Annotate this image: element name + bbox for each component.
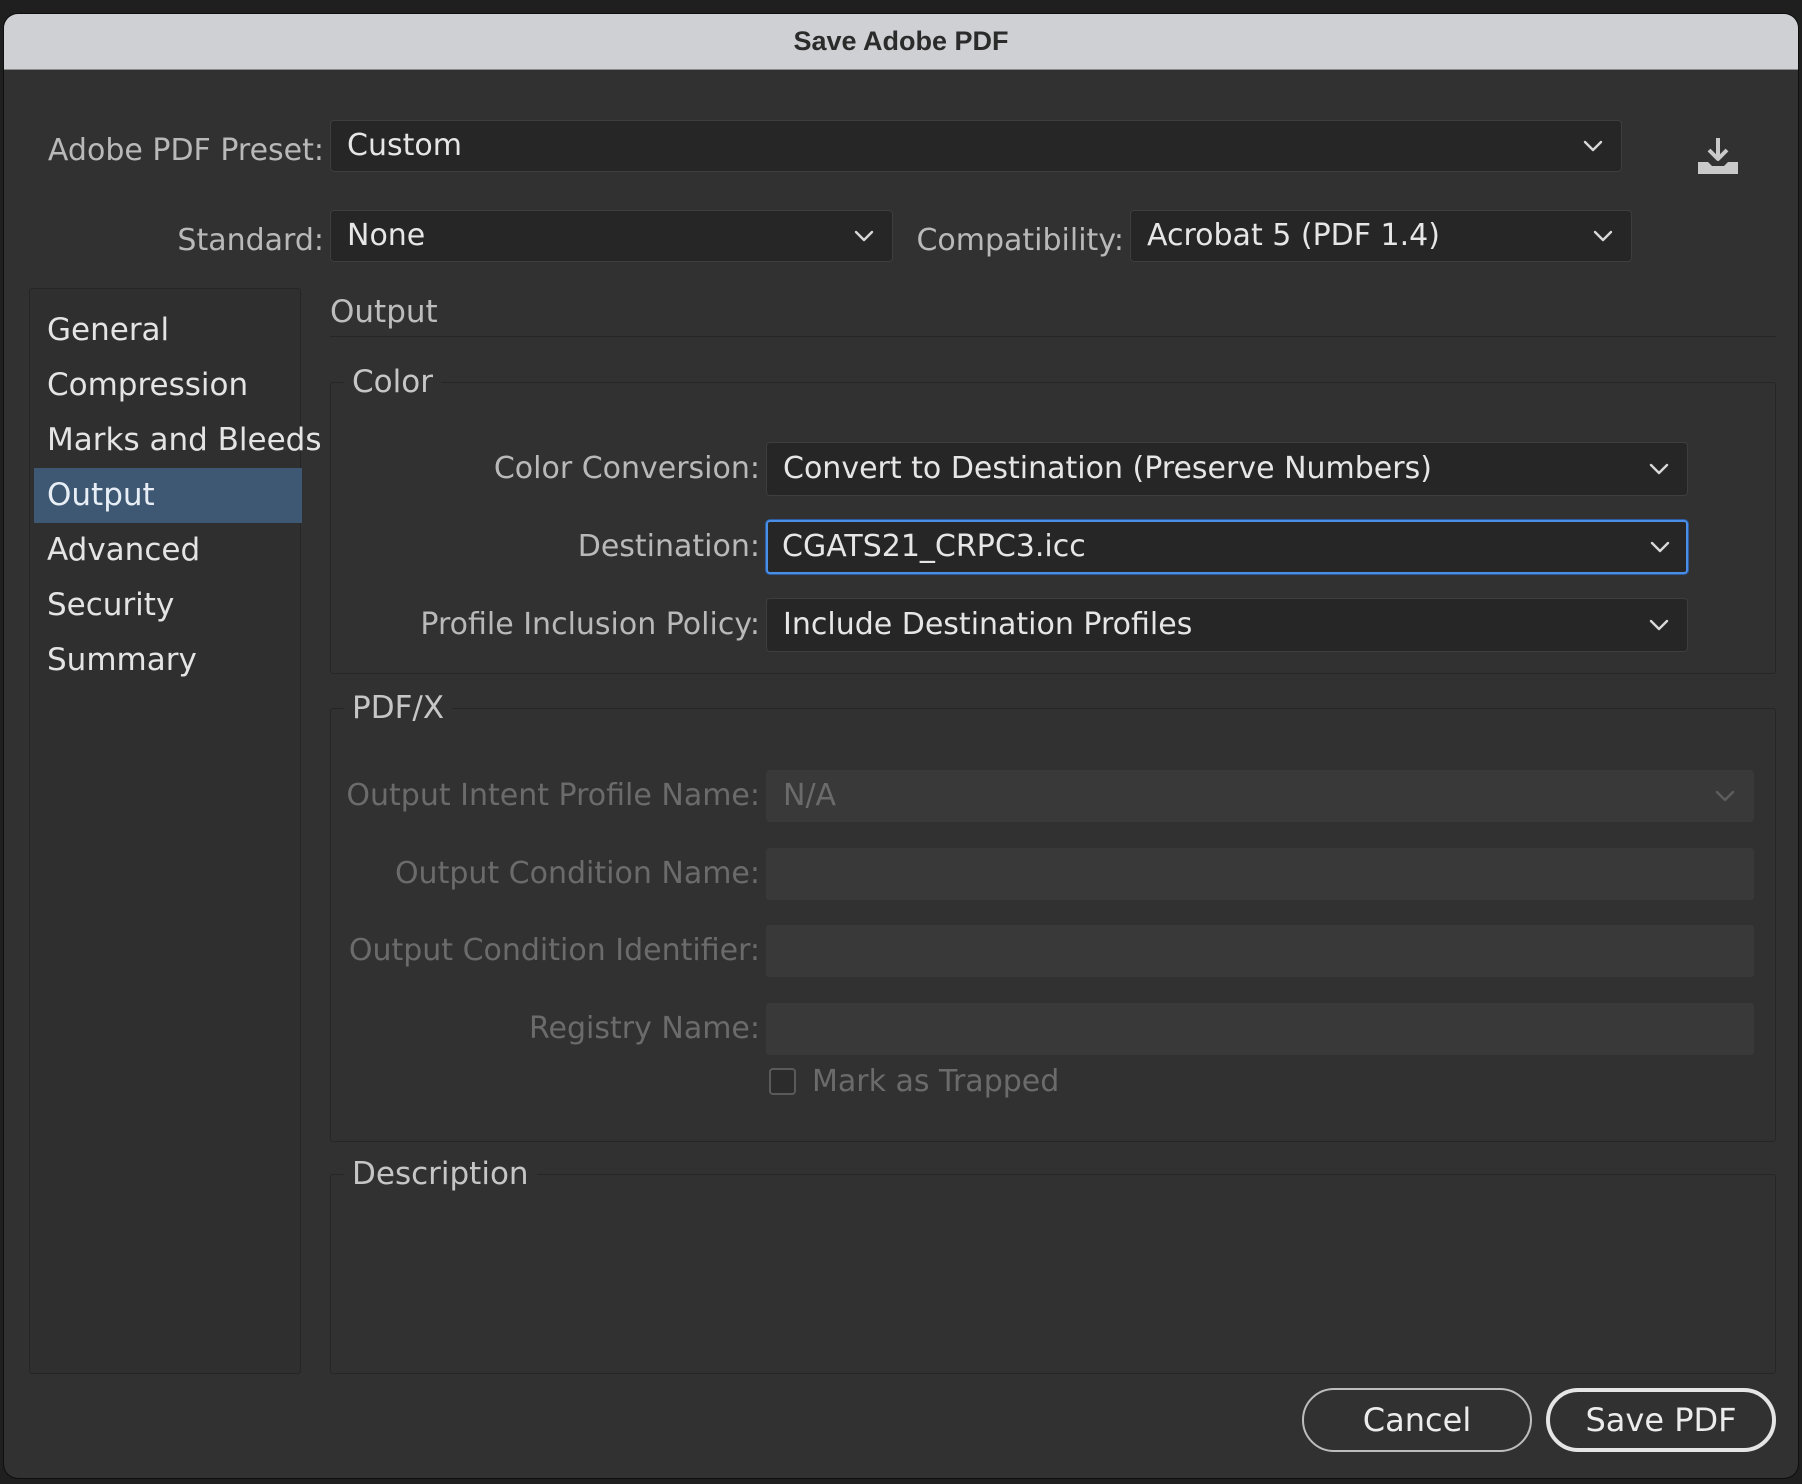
standard-value: None xyxy=(347,218,426,253)
sidebar-item-general[interactable]: General xyxy=(34,303,302,358)
save-pdf-button[interactable]: Save PDF xyxy=(1546,1388,1776,1452)
color-group-title: Color xyxy=(344,360,441,404)
color-conversion-label: Color Conversion: xyxy=(493,451,760,486)
sidebar-item-compression[interactable]: Compression xyxy=(34,358,302,413)
mark-as-trapped-checkbox[interactable] xyxy=(769,1068,796,1095)
chevron-down-icon xyxy=(1649,443,1669,495)
registry-name-field[interactable] xyxy=(766,1003,1754,1055)
chevron-down-icon xyxy=(1650,522,1670,572)
description-group xyxy=(330,1174,1776,1374)
pdfx-group-title: PDF/X xyxy=(344,686,453,730)
standard-label: Standard: xyxy=(177,223,324,258)
mark-as-trapped-label: Mark as Trapped xyxy=(812,1064,1060,1099)
output-condition-name-field[interactable] xyxy=(766,848,1754,900)
profile-inclusion-label: Profile Inclusion Policy: xyxy=(420,607,760,642)
output-intent-value: N/A xyxy=(783,778,837,813)
compatibility-label: Compatibility: xyxy=(916,223,1124,258)
sidebar-item-marks-and-bleeds[interactable]: Marks and Bleeds xyxy=(34,413,321,468)
chevron-down-icon xyxy=(1649,599,1669,651)
panel-title: Output xyxy=(330,294,438,330)
sidebar-item-output[interactable]: Output xyxy=(34,468,302,523)
profile-inclusion-select[interactable]: Include Destination Profiles xyxy=(766,598,1688,652)
settings-category-list: General Compression Marks and Bleeds Out… xyxy=(29,288,321,1374)
standard-select[interactable]: None xyxy=(330,210,893,262)
chevron-down-icon xyxy=(854,211,874,261)
destination-value: CGATS21_CRPC3.icc xyxy=(782,529,1086,564)
description-group-title: Description xyxy=(344,1152,537,1196)
output-condition-identifier-field[interactable] xyxy=(766,925,1754,977)
profile-inclusion-value: Include Destination Profiles xyxy=(783,607,1193,642)
chevron-down-icon xyxy=(1593,211,1613,261)
destination-select[interactable]: CGATS21_CRPC3.icc xyxy=(766,520,1688,574)
preset-label: Adobe PDF Preset: xyxy=(47,133,324,168)
preset-select[interactable]: Custom xyxy=(330,120,1622,172)
output-intent-label: Output Intent Profile Name: xyxy=(346,778,760,813)
window-title: Save Adobe PDF xyxy=(793,26,1009,56)
cancel-button[interactable]: Cancel xyxy=(1302,1388,1532,1452)
panel-divider xyxy=(330,336,1776,337)
chevron-down-icon xyxy=(1583,121,1603,171)
chevron-down-icon xyxy=(1715,771,1735,821)
compatibility-select[interactable]: Acrobat 5 (PDF 1.4) xyxy=(1130,210,1632,262)
output-condition-name-label: Output Condition Name: xyxy=(394,856,760,891)
compatibility-value: Acrobat 5 (PDF 1.4) xyxy=(1147,218,1440,253)
title-bar[interactable]: Save Adobe PDF xyxy=(4,14,1798,70)
save-preset-icon[interactable] xyxy=(1694,132,1742,180)
registry-name-label: Registry Name: xyxy=(529,1011,760,1046)
sidebar-item-summary[interactable]: Summary xyxy=(34,633,302,688)
sidebar-item-security[interactable]: Security xyxy=(34,578,302,633)
sidebar-item-advanced[interactable]: Advanced xyxy=(34,523,302,578)
preset-value: Custom xyxy=(347,128,462,163)
color-conversion-select[interactable]: Convert to Destination (Preserve Numbers… xyxy=(766,442,1688,496)
output-intent-select[interactable]: N/A xyxy=(766,770,1754,822)
destination-label: Destination: xyxy=(577,529,760,564)
save-adobe-pdf-dialog: Save Adobe PDF Adobe PDF Preset: Custom … xyxy=(4,14,1798,1478)
output-condition-identifier-label: Output Condition Identifier: xyxy=(348,933,760,968)
color-conversion-value: Convert to Destination (Preserve Numbers… xyxy=(783,451,1432,486)
